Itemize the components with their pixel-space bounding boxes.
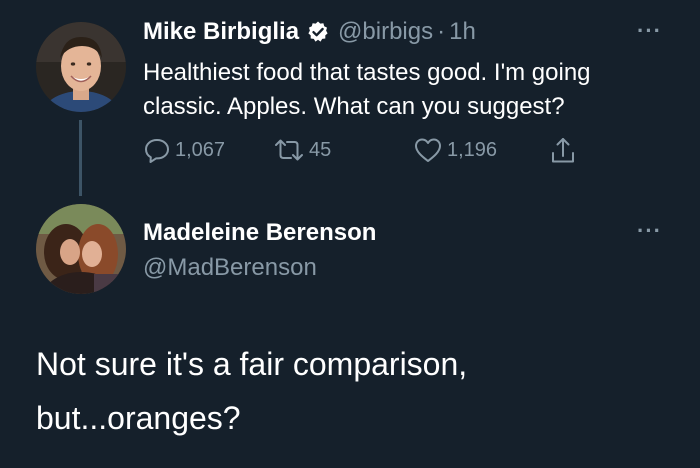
reply-text-line: but...oranges? <box>36 400 241 436</box>
tweet-text-line: classic. Apples. What can you suggest? <box>143 93 565 120</box>
more-options-icon[interactable]: ··· <box>637 220 662 242</box>
reply-text-line: Not sure it's a fair comparison, <box>36 346 468 382</box>
retweet-count: 45 <box>309 138 332 161</box>
tweet-action-bar: 1,067 45 1,196 <box>143 136 593 168</box>
retweet-icon <box>275 139 303 161</box>
reply-button[interactable]: 1,067 <box>143 136 225 164</box>
like-button[interactable]: 1,196 <box>413 136 497 164</box>
tweet-header: Mike Birbiglia @birbigs · 1h <box>143 18 476 46</box>
share-icon <box>552 138 574 163</box>
tweet-text-line: Healthiest food that tastes good. I'm go… <box>143 59 591 86</box>
reply-count: 1,067 <box>175 138 226 161</box>
reply-author-handle[interactable]: @MadBerenson <box>143 254 317 282</box>
separator-dot: · <box>437 18 446 45</box>
thread-connector-line <box>79 120 82 196</box>
reply-author-name[interactable]: Madeleine Berenson <box>143 219 376 247</box>
retweet-button[interactable]: 45 <box>273 136 331 164</box>
reply-icon <box>145 139 169 163</box>
share-button[interactable] <box>549 136 581 166</box>
reply-text: Not sure it's a fair comparison, but...o… <box>36 337 676 445</box>
tweet-text: Healthiest food that tastes good. I'm go… <box>143 56 683 124</box>
tweet-author-avatar[interactable] <box>36 22 126 112</box>
tweet-author-handle[interactable]: @birbigs <box>338 18 433 46</box>
more-options-icon[interactable]: ··· <box>637 20 662 42</box>
reply-author-avatar[interactable] <box>36 204 126 294</box>
verified-badge-icon <box>306 20 330 44</box>
tweet-timestamp[interactable]: 1h <box>449 18 476 46</box>
heart-icon <box>415 138 441 162</box>
avatar-photo <box>36 22 126 112</box>
avatar-photo <box>36 204 126 294</box>
like-count: 1,196 <box>447 138 498 161</box>
tweet-author-name[interactable]: Mike Birbiglia <box>143 18 299 46</box>
